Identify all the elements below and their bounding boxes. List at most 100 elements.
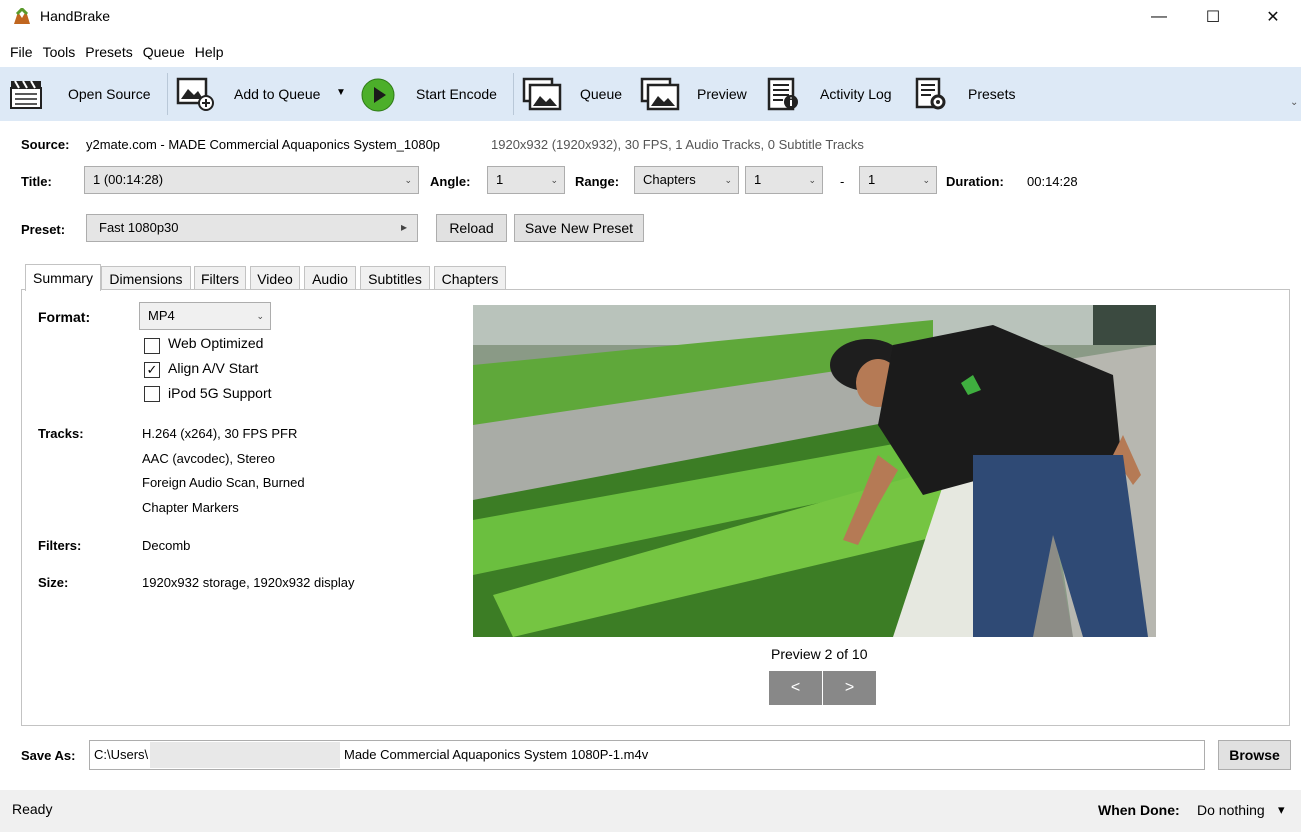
duration-label: Duration: [946,174,1004,189]
presets-button[interactable]: Presets [912,71,1022,117]
menu-tools[interactable]: Tools [41,44,84,60]
source-name: y2mate.com - MADE Commercial Aquaponics … [86,137,441,152]
tab-chapters[interactable]: Chapters [434,266,506,290]
preset-value: Fast 1080p30 [99,220,179,235]
menu-help[interactable]: Help [193,44,232,60]
format-label: Format: [38,309,91,325]
preview-label: Preview [697,86,747,102]
tab-summary[interactable]: Summary [25,264,101,291]
track-item: Foreign Audio Scan, Burned [142,475,305,490]
handbrake-logo-icon [14,8,30,24]
close-button[interactable]: ✕ [1250,0,1296,34]
presets-label: Presets [968,86,1016,102]
preview-prev-button[interactable]: < [769,671,822,705]
tracks-label: Tracks: [38,426,84,441]
when-done-dropdown-icon[interactable]: ▾ [1278,802,1285,818]
range-dash: - [840,174,845,189]
size-label: Size: [38,575,69,590]
start-encode-button[interactable]: Start Encode [358,71,508,117]
range-end-dropdown[interactable]: 1 ⌄ [859,166,937,194]
web-optimized-checkbox[interactable] [144,338,160,354]
ipod-5g-support-checkbox[interactable] [144,386,160,402]
title-dropdown[interactable]: 1 (00:14:28) ⌄ [84,166,419,194]
format-dropdown[interactable]: MP4 ⌄ [139,302,271,330]
preview-caption: Preview 2 of 10 [771,646,868,662]
preview-icon [640,77,680,111]
angle-dropdown[interactable]: 1 ⌄ [487,166,565,194]
tab-audio[interactable]: Audio [304,266,356,290]
preset-selector[interactable]: Fast 1080p30 ▸ [86,214,418,242]
web-optimized-label: Web Optimized [168,335,264,351]
title-bar: HandBrake — ☐ ✕ [0,0,1301,34]
title-dropdown-value: 1 (00:14:28) [93,172,164,187]
activity-log-button[interactable]: Activity Log [764,71,904,117]
maximize-button[interactable]: ☐ [1190,0,1236,34]
open-source-button[interactable]: Open Source [8,71,160,117]
range-type-dropdown[interactable]: Chapters ⌄ [634,166,739,194]
activity-log-icon [767,77,798,111]
source-info: 1920x932 (1920x932), 30 FPS, 1 Audio Tra… [491,137,864,152]
play-icon [361,78,395,112]
toolbar: Open Source Add to Queue ▼ Start Encode … [0,67,1301,121]
menu-file[interactable]: File [2,44,41,60]
preset-label: Preset: [21,222,66,237]
source-label: Source: [21,137,70,152]
chevron-down-icon: ⌄ [922,175,930,185]
clapperboard-icon [10,80,42,109]
align-av-start-checkbox[interactable]: ✓ [144,362,160,378]
save-as-label: Save As: [21,748,76,763]
chevron-down-icon: ⌄ [404,175,412,185]
track-item: H.264 (x264), 30 FPS PFR [142,426,298,441]
track-item: AAC (avcodec), Stereo [142,451,275,466]
add-image-icon [176,77,214,111]
redacted-path-segment [150,742,340,768]
filters-label: Filters: [38,538,82,553]
toolbar-separator [167,73,168,115]
range-start-value: 1 [754,172,762,187]
activity-log-label: Activity Log [820,86,892,102]
status-bar: Ready When Done: Do nothing ▾ [0,790,1301,832]
menu-presets[interactable]: Presets [83,44,140,60]
open-source-label: Open Source [68,86,151,102]
save-new-preset-button[interactable]: Save New Preset [514,214,644,242]
menu-queue[interactable]: Queue [141,44,193,60]
tab-dimensions[interactable]: Dimensions [101,266,191,290]
status-text: Ready [12,801,53,817]
range-start-dropdown[interactable]: 1 ⌄ [745,166,823,194]
duration-value: 00:14:28 [1027,174,1078,189]
preview-button[interactable]: Preview [638,71,754,117]
chevron-down-icon: ⌄ [550,175,558,185]
size-value: 1920x932 storage, 1920x932 display [142,575,355,590]
reload-button[interactable]: Reload [436,214,507,242]
menu-bar: File Tools Presets Queue Help [0,38,1301,66]
tab-filters[interactable]: Filters [194,266,246,290]
queue-icon [522,77,562,111]
title-label: Title: [21,174,52,189]
add-to-queue-button[interactable]: Add to Queue ▼ [174,71,354,117]
align-av-start-label: Align A/V Start [168,360,259,376]
chevron-down-icon: ⌄ [808,175,816,185]
add-to-queue-dropdown-icon[interactable]: ▼ [336,87,346,98]
angle-dropdown-value: 1 [496,172,504,187]
range-label: Range: [575,174,620,189]
browse-button[interactable]: Browse [1218,740,1291,770]
queue-label: Queue [580,86,623,102]
save-as-path-prefix: C:\Users\ [94,747,149,762]
preview-next-button[interactable]: > [823,671,876,705]
start-encode-label: Start Encode [416,86,497,102]
ipod-5g-support-label: iPod 5G Support [168,385,272,401]
tab-video[interactable]: Video [250,266,300,290]
when-done-value[interactable]: Do nothing [1197,802,1265,818]
minimize-button[interactable]: — [1136,0,1182,34]
window-title: HandBrake [40,8,111,24]
queue-button[interactable]: Queue [520,71,630,117]
format-value: MP4 [148,308,175,323]
chevron-down-icon: ⌄ [724,175,732,185]
toolbar-overflow-icon[interactable]: ⌄ [1290,97,1298,108]
angle-label: Angle: [430,174,471,189]
chevron-right-icon: ▸ [400,220,407,234]
presets-icon [915,77,946,110]
preview-image [473,305,1156,637]
range-type-value: Chapters [643,172,696,187]
tab-subtitles[interactable]: Subtitles [360,266,430,290]
